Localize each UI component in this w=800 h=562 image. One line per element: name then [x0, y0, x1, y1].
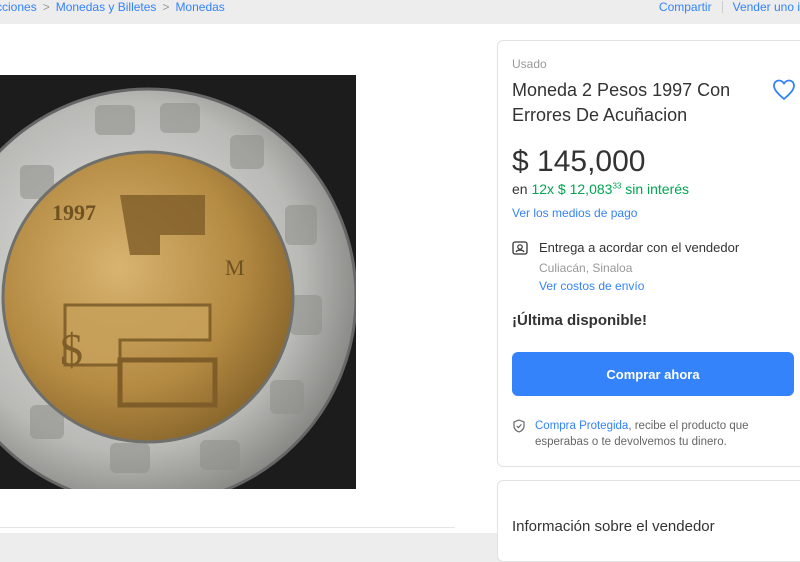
breadcrumb: cciones > Monedas y Billetes > Monedas — [0, 0, 225, 14]
sell-link[interactable]: Vender uno i — [733, 0, 800, 14]
price: $ 145,000 — [512, 145, 646, 178]
stock-status: ¡Última disponible! — [512, 312, 647, 329]
breadcrumb-item-coins[interactable]: Monedas — [175, 0, 224, 14]
shipping-title: Entrega a acordar con el vendedor — [539, 240, 740, 255]
breadcrumb-item-coins-and-bills[interactable]: Monedas y Billetes — [56, 0, 157, 14]
shipping-costs-link[interactable]: Ver costos de envío — [539, 279, 644, 293]
protected-purchase-link[interactable]: Compra Protegida — [535, 420, 628, 432]
purchase-protection-text: Compra Protegida, recibe el producto que… — [535, 418, 797, 450]
svg-text:$: $ — [60, 324, 83, 375]
breadcrumb-separator: > — [162, 0, 170, 14]
heart-icon[interactable] — [772, 79, 796, 101]
purchase-box: Usado Moneda 2 Pesos 1997 Con Errores De… — [497, 40, 800, 467]
condition-label: Usado — [512, 57, 547, 71]
divider — [721, 1, 723, 13]
installments-amount: 12x $ 12,08333 sin interés — [531, 181, 689, 197]
shipping-location: Culiacán, Sinaloa — [539, 261, 633, 275]
shield-icon — [513, 419, 525, 433]
installments: en 12x $ 12,08333 sin interés — [512, 181, 689, 197]
product-title: Moneda 2 Pesos 1997 Con Errores De Acuña… — [512, 80, 731, 125]
installments-cents: 33 — [612, 181, 622, 191]
buy-now-button[interactable]: Comprar ahora — [512, 352, 794, 396]
coin-year: 1997 — [52, 200, 96, 225]
installments-prefix: en — [512, 181, 528, 197]
seller-info-title: Información sobre el vendedor — [512, 518, 715, 535]
share-link[interactable]: Compartir — [659, 0, 712, 14]
seller-info-box: Información sobre el vendedor — [497, 480, 800, 562]
delivery-icon — [512, 241, 528, 255]
svg-text:M: M — [225, 255, 245, 280]
top-bar: cciones > Monedas y Billetes > Monedas Compa… — [0, 0, 800, 22]
product-photo[interactable]: 1997 $ M — [0, 75, 356, 489]
installments-value: 12x $ 12,083 — [531, 181, 613, 197]
installments-suffix: sin interés — [625, 181, 690, 197]
breadcrumb-item-category[interactable]: cciones — [0, 0, 37, 14]
payment-methods-link[interactable]: Ver los medios de pago — [512, 206, 637, 220]
main-content: 1997 $ M Usado Moneda 2 Pesos 1997 Con E… — [0, 24, 800, 562]
top-actions: Compartir Vender uno i — [659, 0, 800, 14]
divider — [0, 527, 455, 528]
breadcrumb-separator: > — [42, 0, 50, 14]
coin-image: 1997 $ M — [0, 75, 356, 489]
